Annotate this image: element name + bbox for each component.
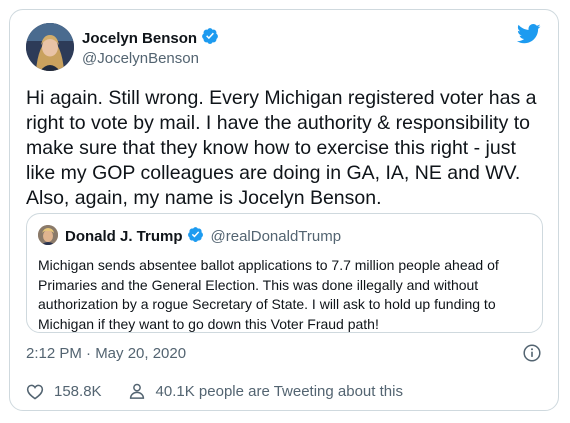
quoted-author-avatar <box>38 225 58 245</box>
quoted-header: Donald J. Trump @realDonaldTrump <box>65 226 341 247</box>
author-info: Jocelyn Benson @JocelynBenson <box>82 27 219 67</box>
verified-badge-icon <box>201 27 219 50</box>
discuss-button[interactable]: 40.1K people are Tweeting about this <box>128 382 403 400</box>
quoted-author-handle: @realDonaldTrump <box>210 228 342 245</box>
tweet-timestamp[interactable]: 2:12 PM · May 20, 2020 <box>26 345 186 362</box>
quoted-tweet-text: Michigan sends absentee ballot applicati… <box>38 257 499 332</box>
info-icon[interactable] <box>523 344 541 362</box>
author-avatar[interactable] <box>26 23 74 71</box>
discussion-count-text: 40.1K people are Tweeting about this <box>155 382 403 400</box>
author-handle[interactable]: @JocelynBenson <box>82 50 219 67</box>
tweet-actions: 158.8K 40.1K people are Tweeting about t… <box>26 382 403 400</box>
like-count: 158.8K <box>54 382 102 400</box>
tweet-text: Hi again. Still wrong. Every Michigan re… <box>26 87 537 209</box>
person-icon <box>128 382 146 400</box>
heart-icon <box>26 383 44 400</box>
quoted-author-name: Donald J. Trump <box>65 228 183 245</box>
verified-badge-icon <box>187 226 204 247</box>
tweet-card: Jocelyn Benson @JocelynBenson Hi again. … <box>9 9 559 411</box>
quoted-tweet[interactable]: Donald J. Trump @realDonaldTrump Michiga… <box>26 213 543 333</box>
author-name[interactable]: Jocelyn Benson <box>82 30 197 47</box>
author-avatar-image <box>26 23 74 71</box>
like-button[interactable]: 158.8K <box>26 383 102 400</box>
twitter-bird-icon[interactable] <box>516 24 541 44</box>
